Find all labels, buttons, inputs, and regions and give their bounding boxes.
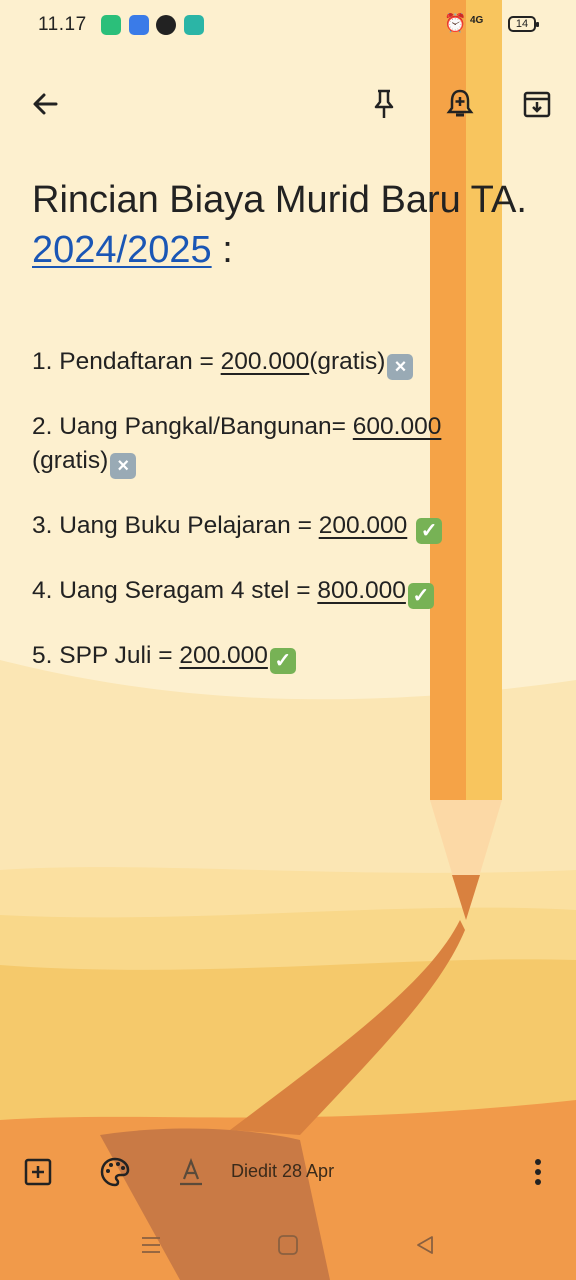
amount: 200.000	[318, 512, 408, 539]
add-content-button[interactable]	[16, 1150, 60, 1194]
more-options-button[interactable]	[516, 1150, 560, 1194]
back-button[interactable]	[23, 82, 67, 126]
recents-button[interactable]	[131, 1229, 171, 1261]
palette-icon	[100, 1157, 130, 1187]
reminder-bell-icon	[446, 89, 474, 117]
network-indicator: 4G	[470, 15, 484, 26]
home-square-icon	[278, 1235, 298, 1255]
note-title-suffix: :	[211, 229, 233, 271]
status-time: 11.17	[38, 14, 87, 35]
note-title-text: Rincian Biaya Murid Baru TA.	[32, 179, 527, 221]
status-bar: 11.17 ⏰ 4G 14	[0, 0, 576, 52]
archive-icon	[523, 91, 551, 118]
text-format-button[interactable]	[169, 1150, 213, 1194]
background-options-button[interactable]	[93, 1150, 137, 1194]
system-navigation-bar	[0, 1215, 576, 1275]
list-item: 3. Uang Buku Pelajaran = 200.000 ✓	[32, 509, 502, 544]
check-mark-icon: ✓	[416, 518, 443, 544]
add-box-icon	[24, 1158, 52, 1186]
files-icon	[129, 15, 149, 35]
reminder-button[interactable]	[438, 82, 482, 126]
list-item: 5. SPP Juli = 200.000 ✓	[32, 639, 502, 674]
battery-indicator: 14	[508, 16, 539, 32]
pin-icon	[374, 89, 394, 118]
amount: 800.000	[317, 577, 406, 604]
amount: 200.000	[220, 348, 310, 375]
battery-saver-icon	[101, 15, 121, 35]
chrome-icon	[156, 15, 176, 35]
note-title-year-link[interactable]: 2024/2025	[32, 229, 212, 271]
back-arrow-icon	[33, 93, 58, 115]
cross-mark-icon: ×	[110, 453, 137, 479]
text-format-icon	[180, 1157, 202, 1186]
amount: 200.000	[179, 642, 268, 669]
back-triangle-icon	[417, 1236, 433, 1254]
home-button[interactable]	[268, 1229, 308, 1261]
check-mark-icon: ✓	[269, 648, 296, 674]
list-item: 1. Pendaftaran = 200.000(gratis) ×	[32, 345, 502, 380]
note-body[interactable]: 1. Pendaftaran = 200.000(gratis) × 2. Uan…	[32, 345, 502, 704]
archive-button[interactable]	[515, 82, 559, 126]
last-edited-label: Diedit 28 Apr	[231, 1161, 335, 1181]
more-vert-icon	[535, 1159, 541, 1185]
menu-lines-icon	[142, 1237, 160, 1253]
cross-mark-icon: ×	[387, 354, 414, 380]
amount: 600.000	[352, 413, 442, 440]
list-item: 4. Uang Seragam 4 stel = 800.000 ✓	[32, 574, 502, 609]
note-title[interactable]: Rincian Biaya Murid Baru TA. 2024/2025 :	[32, 175, 552, 275]
list-item: 2. Uang Pangkal/Bangunan= 600.000 (gratis…	[32, 413, 442, 479]
check-mark-icon: ✓	[407, 583, 434, 609]
system-back-button[interactable]	[405, 1229, 445, 1261]
chat-icon	[184, 15, 204, 35]
alarm-icon: ⏰	[444, 13, 467, 33]
bottom-bar: Diedit 28 Apr	[0, 1140, 576, 1204]
pin-button[interactable]	[362, 82, 406, 126]
